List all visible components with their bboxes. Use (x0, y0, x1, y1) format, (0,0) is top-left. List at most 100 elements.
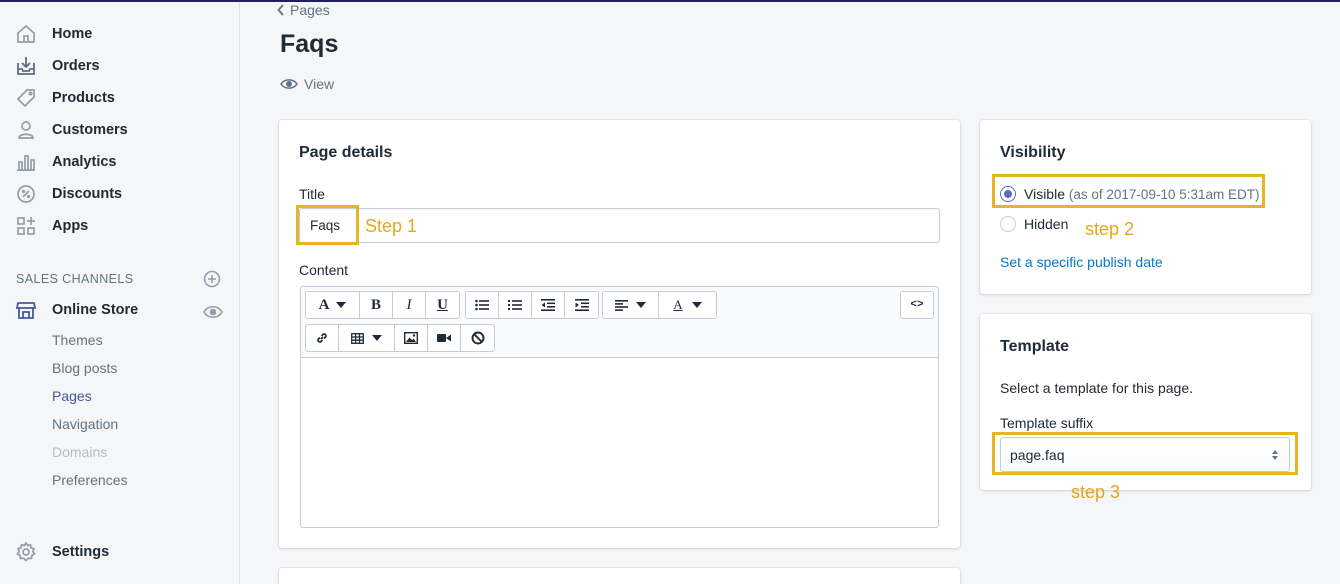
insert-link-button[interactable] (306, 325, 339, 351)
step3-highlight (992, 432, 1298, 475)
insert-table-dropdown[interactable] (339, 325, 395, 351)
sidebar-item-label: Discounts (52, 186, 123, 202)
sidebar-subitem-themes[interactable]: Themes (52, 332, 103, 348)
page-details-heading: Page details (299, 144, 393, 161)
font-group: A B I U (305, 291, 460, 319)
bulleted-list-icon (475, 299, 489, 311)
view-label: View (304, 76, 335, 92)
sidebar-subitem-pages[interactable]: Pages (52, 388, 92, 404)
page-title: Faqs (280, 30, 339, 58)
italic-label: I (406, 296, 412, 313)
sidebar-item-settings[interactable]: Settings (0, 537, 239, 567)
sidebar-item-home[interactable]: Home (0, 19, 239, 49)
sidebar-item-label: Online Store (52, 302, 139, 318)
sidebar-subitem-navigation[interactable]: Navigation (52, 416, 118, 432)
content-label: Content (299, 262, 349, 278)
sidebar-item-label: Orders (52, 58, 100, 74)
font-label: A (318, 296, 330, 313)
numbered-list-icon (508, 300, 522, 310)
step1-highlight (296, 205, 359, 245)
underline-button[interactable]: U (426, 292, 459, 318)
template-suffix-label: Template suffix (1000, 415, 1094, 431)
breadcrumb[interactable]: Pages (277, 2, 330, 18)
italic-button[interactable]: I (393, 292, 426, 318)
numbered-list-button[interactable] (499, 292, 532, 318)
sidebar-item-label: Apps (52, 218, 89, 234)
bold-button[interactable]: B (360, 292, 393, 318)
sidebar-item-label: Analytics (52, 154, 117, 170)
sidebar-subitem-blog-posts[interactable]: Blog posts (52, 360, 117, 376)
sidebar-item-discounts[interactable]: Discounts (0, 179, 239, 209)
chevron-left-icon (277, 4, 284, 16)
insert-group (305, 324, 495, 352)
sales-channels-heading: SALES CHANNELS (16, 272, 134, 286)
sidebar-item-apps[interactable]: Apps (0, 211, 239, 241)
insert-video-button[interactable] (428, 325, 461, 351)
link-icon (317, 333, 327, 343)
align-color-group: A (602, 291, 717, 319)
eye-icon[interactable] (203, 303, 223, 321)
discount-icon (17, 185, 35, 203)
apps-icon (17, 217, 35, 235)
caret-down-icon (691, 302, 702, 308)
indent-icon (574, 299, 589, 311)
sidebar-item-orders[interactable]: Orders (0, 51, 239, 81)
table-icon (351, 332, 364, 344)
sidebar-subitem-domains[interactable]: Domains (52, 444, 107, 460)
sidebar-item-customers[interactable]: Customers (0, 115, 239, 145)
outdent-button[interactable] (532, 292, 565, 318)
home-icon (17, 24, 35, 43)
sidebar-item-label: Home (52, 26, 93, 42)
text-color-dropdown[interactable]: A (659, 292, 716, 318)
eye-icon (280, 79, 298, 89)
align-left-icon (615, 299, 628, 311)
html-toggle-button[interactable]: <> (901, 292, 933, 318)
align-dropdown[interactable] (603, 292, 659, 318)
template-heading: Template (1000, 338, 1070, 355)
caret-down-icon (636, 302, 646, 308)
font-dropdown[interactable]: A (306, 292, 360, 318)
bulleted-list-button[interactable] (466, 292, 499, 318)
publish-date-link[interactable]: Set a specific publish date (1000, 254, 1163, 270)
insert-image-button[interactable] (395, 325, 428, 351)
tag-icon (16, 89, 35, 108)
gear-icon (16, 541, 36, 562)
step2-highlight (992, 174, 1265, 208)
sidebar-item-products[interactable]: Products (0, 83, 239, 113)
view-button[interactable]: View (280, 76, 334, 92)
caret-down-icon (336, 302, 347, 308)
underline-label: U (437, 296, 448, 313)
step1-annotation: Step 1 (365, 216, 418, 236)
store-icon (15, 302, 37, 319)
sidebar-item-label: Customers (52, 122, 128, 138)
sidebar: Home Orders Products Customers Analytics… (0, 2, 240, 584)
next-card (279, 568, 960, 584)
outdent-icon (541, 299, 555, 311)
video-icon (437, 334, 451, 342)
sidebar-item-analytics[interactable]: Analytics (0, 147, 239, 177)
indent-button[interactable] (565, 292, 598, 318)
text-color-label: A (673, 297, 683, 312)
add-channel-icon[interactable] (203, 270, 221, 288)
prohibited-icon (471, 331, 484, 345)
image-icon (404, 332, 418, 344)
breadcrumb-label: Pages (290, 2, 330, 18)
orders-icon (17, 57, 35, 75)
hidden-radio[interactable] (1000, 216, 1016, 232)
person-icon (18, 121, 34, 139)
content-editor[interactable] (300, 357, 939, 528)
list-group (465, 291, 599, 319)
caret-down-icon (372, 335, 382, 341)
bar-chart-icon (17, 155, 35, 171)
visibility-heading: Visibility (1000, 144, 1066, 161)
sidebar-subitem-preferences[interactable]: Preferences (52, 472, 127, 488)
sidebar-item-label: Settings (52, 544, 110, 560)
hidden-label[interactable]: Hidden (1024, 216, 1068, 232)
html-group: <> (900, 291, 934, 319)
bold-label: B (370, 296, 381, 313)
html-toggle-label: <> (910, 299, 924, 311)
clear-formatting-button[interactable] (461, 325, 494, 351)
step2-annotation: step 2 (1085, 219, 1135, 239)
step3-annotation: step 3 (1071, 482, 1121, 502)
title-label: Title (299, 186, 325, 202)
